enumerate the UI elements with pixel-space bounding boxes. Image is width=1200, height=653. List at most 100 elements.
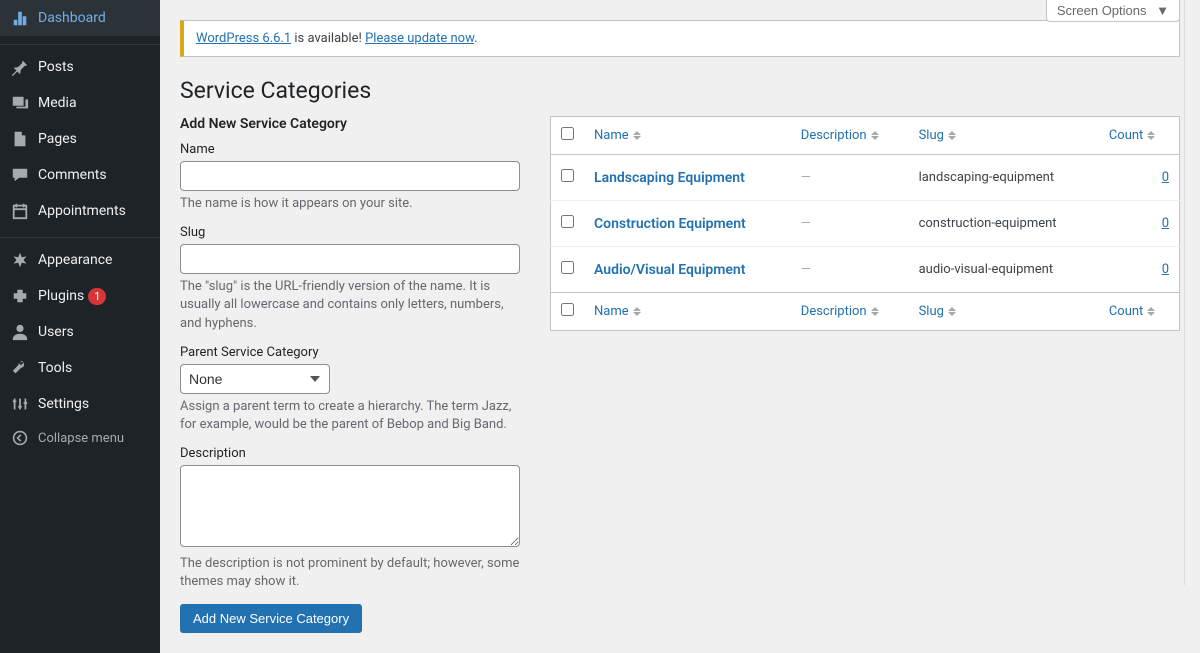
name-input[interactable]: [180, 161, 520, 191]
calendar-icon: [10, 201, 30, 221]
select-all-checkbox[interactable]: [561, 127, 574, 140]
sidebar-item-label: Comments: [38, 167, 107, 183]
sidebar-item-appointments[interactable]: Appointments: [0, 193, 160, 229]
sidebar-item-dashboard[interactable]: Dashboard: [0, 0, 160, 36]
sidebar-item-label: Media: [38, 95, 77, 111]
sort-icon: [871, 307, 879, 316]
sidebar-item-settings[interactable]: Settings: [0, 386, 160, 422]
plugins-icon: [10, 286, 30, 306]
category-slug: construction-equipment: [919, 216, 1057, 231]
users-icon: [10, 322, 30, 342]
category-count-link[interactable]: 0: [1162, 216, 1169, 231]
sort-icon: [948, 131, 956, 140]
submit-button[interactable]: Add New Service Category: [180, 604, 362, 633]
table-row: Audio/Visual Equipment — audio-visual-eq…: [551, 247, 1180, 293]
select-all-checkbox-footer[interactable]: [561, 303, 574, 316]
form-heading: Add New Service Category: [180, 116, 520, 132]
category-description: —: [801, 216, 811, 231]
parent-description: Assign a parent term to create a hierarc…: [180, 398, 520, 434]
row-checkbox[interactable]: [561, 169, 574, 182]
categories-table: Name Description Slug Count Landscaping …: [550, 116, 1180, 331]
sort-icon: [1147, 307, 1155, 316]
column-footer-name[interactable]: Name: [594, 304, 641, 319]
collapse-menu-button[interactable]: Collapse menu: [0, 422, 160, 454]
slug-description: The "slug" is the URL-friendly version o…: [180, 278, 520, 333]
sort-icon: [948, 307, 956, 316]
column-header-description[interactable]: Description: [801, 128, 879, 143]
sort-icon: [1147, 131, 1155, 140]
sidebar-item-users[interactable]: Users: [0, 314, 160, 350]
add-term-form: Add New Service Category Name The name i…: [180, 116, 520, 633]
category-name-link[interactable]: Construction Equipment: [594, 216, 746, 232]
screen-options-label: Screen Options: [1057, 3, 1147, 18]
sort-icon: [871, 131, 879, 140]
main-content: Screen Options ▼ WordPress 6.6.1 is avai…: [160, 0, 1200, 653]
column-header-name[interactable]: Name: [594, 128, 641, 143]
category-name-link[interactable]: Audio/Visual Equipment: [594, 262, 745, 278]
category-slug: audio-visual-equipment: [919, 262, 1054, 277]
sort-icon: [633, 307, 641, 316]
slug-label: Slug: [180, 225, 520, 240]
vertical-scrollbar[interactable]: [1184, 0, 1200, 585]
column-footer-count[interactable]: Count: [1109, 304, 1155, 319]
collapse-icon: [10, 430, 30, 446]
row-checkbox[interactable]: [561, 215, 574, 228]
sidebar-item-plugins[interactable]: Plugins 1: [0, 278, 160, 314]
sidebar-item-label: Users: [38, 324, 74, 340]
settings-icon: [10, 394, 30, 414]
column-footer-description[interactable]: Description: [801, 304, 879, 319]
sidebar-item-label: Appointments: [38, 203, 126, 219]
sidebar-item-tools[interactable]: Tools: [0, 350, 160, 386]
sidebar-item-posts[interactable]: Posts: [0, 49, 160, 85]
sidebar-item-label: Tools: [38, 360, 72, 376]
admin-sidebar: Dashboard Posts Media Pages Comments App…: [0, 0, 160, 653]
sidebar-item-pages[interactable]: Pages: [0, 121, 160, 157]
row-checkbox[interactable]: [561, 261, 574, 274]
update-now-link[interactable]: Please update now: [365, 31, 474, 46]
menu-separator: [0, 40, 160, 45]
parent-select[interactable]: None: [180, 364, 330, 394]
tools-icon: [10, 358, 30, 378]
table-row: Landscaping Equipment — landscaping-equi…: [551, 155, 1180, 201]
category-description: —: [801, 170, 811, 185]
update-notice: WordPress 6.6.1 is available! Please upd…: [180, 20, 1180, 57]
sidebar-item-comments[interactable]: Comments: [0, 157, 160, 193]
description-description: The description is not prominent by defa…: [180, 555, 520, 591]
sidebar-item-appearance[interactable]: Appearance: [0, 242, 160, 278]
table-row: Construction Equipment — construction-eq…: [551, 201, 1180, 247]
dashboard-icon: [10, 8, 30, 28]
sidebar-item-label: Plugins: [38, 288, 84, 304]
media-icon: [10, 93, 30, 113]
column-footer-slug[interactable]: Slug: [919, 304, 956, 319]
name-label: Name: [180, 142, 520, 157]
name-description: The name is how it appears on your site.: [180, 195, 520, 213]
pin-icon: [10, 57, 30, 77]
category-name-link[interactable]: Landscaping Equipment: [594, 170, 745, 186]
sidebar-item-media[interactable]: Media: [0, 85, 160, 121]
column-header-slug[interactable]: Slug: [919, 128, 956, 143]
notice-text: is available!: [291, 31, 365, 46]
pages-icon: [10, 129, 30, 149]
menu-separator: [0, 233, 160, 238]
screen-options-button[interactable]: Screen Options ▼: [1046, 0, 1180, 22]
parent-label: Parent Service Category: [180, 345, 520, 360]
category-slug: landscaping-equipment: [919, 170, 1055, 185]
plugins-update-badge: 1: [88, 288, 106, 305]
category-count-link[interactable]: 0: [1162, 262, 1169, 277]
description-label: Description: [180, 446, 520, 461]
appearance-icon: [10, 250, 30, 270]
sidebar-item-label: Dashboard: [38, 10, 106, 26]
column-header-count[interactable]: Count: [1109, 128, 1155, 143]
sidebar-item-label: Appearance: [38, 252, 112, 268]
description-textarea[interactable]: [180, 465, 520, 547]
sidebar-item-label: Pages: [38, 131, 77, 147]
chevron-down-icon: ▼: [1156, 3, 1169, 18]
category-description: —: [801, 262, 811, 277]
collapse-label: Collapse menu: [38, 431, 124, 446]
category-count-link[interactable]: 0: [1162, 170, 1169, 185]
slug-input[interactable]: [180, 244, 520, 274]
notice-end: .: [474, 31, 477, 46]
wordpress-version-link[interactable]: WordPress 6.6.1: [196, 31, 291, 46]
comments-icon: [10, 165, 30, 185]
sidebar-item-label: Settings: [38, 396, 89, 412]
